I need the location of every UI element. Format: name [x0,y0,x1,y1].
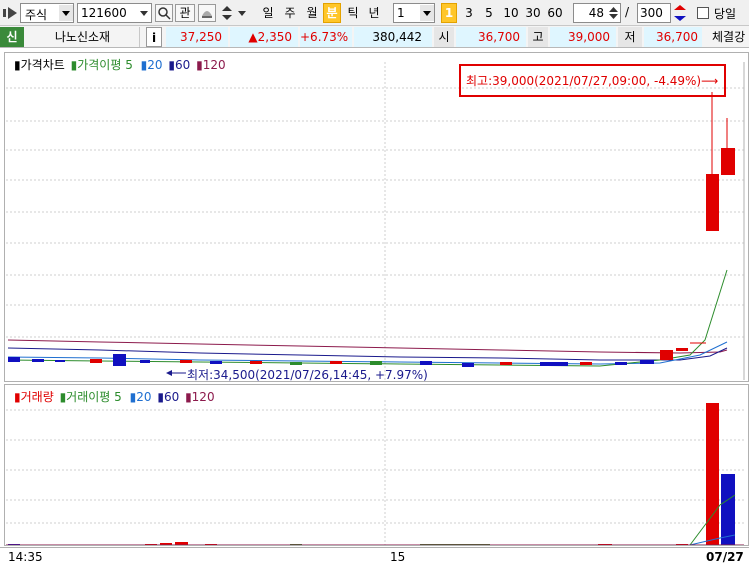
x-axis-label-start: 14:35 [8,550,43,564]
price-grid [6,62,744,380]
candle [210,361,222,364]
x-axis-label-end: 07/27 [706,550,744,564]
candle [8,357,20,362]
candle [420,361,432,365]
candle [500,362,512,365]
candle-big [706,174,719,231]
candle [676,348,688,351]
legend-vol-ma5: 거래이평 5 [66,390,122,404]
legend-volume: 거래량 [20,390,54,404]
max-price-annotation: 최고:39,000(2021/07/27,09:00, -4.49%)⟶ [466,74,719,88]
candle [32,359,44,362]
candle [290,362,302,365]
candle [615,362,627,365]
candle [660,350,673,360]
legend-vol-ma60: 60 [163,390,180,404]
ma120-line [7,339,728,354]
x-axis: 14:35 15 07/27 [0,547,749,569]
legend-vol-ma120: 120 [191,390,215,404]
candle [180,360,192,363]
candle [55,360,65,362]
candle [640,360,654,364]
legend-vol-ma20: 20 [136,390,152,404]
volume-chart-legend: ▮거래량 ▮거래이평 5 ▮20 ▮60 ▮120 [14,390,215,404]
candle [540,362,568,366]
volume-chart-pane[interactable] [4,384,749,546]
min-price-annotation: 최저:34,500(2021/07/26,14:45, +7.97%) [187,368,428,382]
x-axis-label-mid: 15 [390,550,406,564]
ma5-line [7,269,728,367]
candle [580,362,592,365]
candle [90,359,102,363]
candles [8,92,735,367]
candle [462,363,474,367]
candle [140,360,150,363]
candle [113,354,126,366]
candle [330,361,342,364]
candle [250,361,262,364]
candle [370,361,382,365]
candle-big [721,148,735,175]
